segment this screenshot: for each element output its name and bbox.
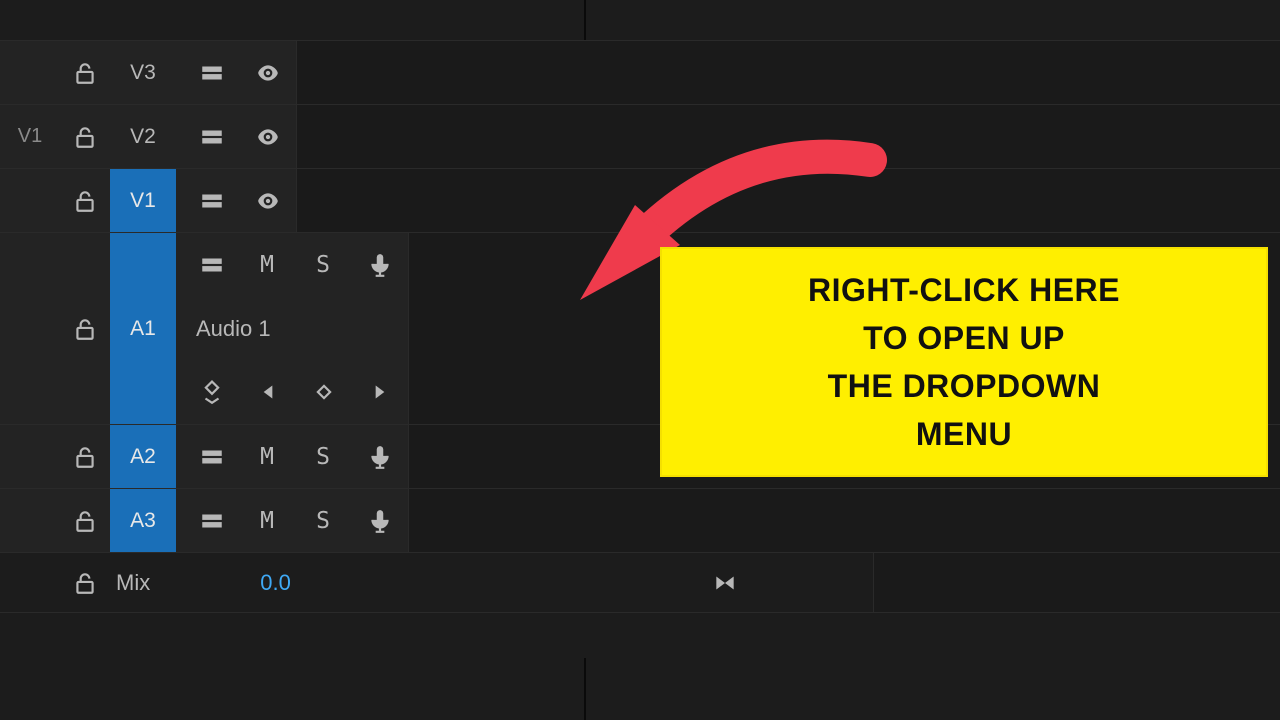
prev-keyframe-button[interactable] — [240, 360, 296, 424]
track-target-toggle[interactable]: A1 — [110, 233, 176, 424]
voiceover-record-toggle[interactable] — [352, 233, 408, 297]
audio-track-row[interactable]: A3 M S — [0, 488, 1280, 552]
track-lock-toggle[interactable] — [60, 60, 110, 86]
track-target-toggle[interactable]: V1 — [110, 169, 176, 232]
track-target-toggle[interactable]: A3 — [110, 489, 176, 552]
sync-lock-toggle[interactable] — [184, 233, 240, 297]
filmstrip-icon — [199, 444, 225, 470]
callout-text-line: MENU — [916, 410, 1012, 458]
audio-track-controls: M S — [176, 233, 408, 297]
track-target-toggle[interactable]: V3 — [110, 41, 176, 104]
video-track-row[interactable]: V1 V2 — [0, 104, 1280, 168]
mix-track-label: Mix — [110, 570, 150, 596]
audio-track-controls: M S — [176, 489, 408, 552]
filmstrip-icon — [199, 124, 225, 150]
annotation-callout: RIGHT-CLICK HERE TO OPEN UP THE DROPDOWN… — [660, 247, 1268, 477]
audio-track-controls: M S — [176, 425, 408, 488]
unlock-icon — [72, 188, 98, 214]
track-lock-toggle[interactable] — [60, 444, 110, 470]
timeline-content-area[interactable] — [296, 41, 1280, 104]
mute-toggle[interactable]: M — [240, 233, 296, 297]
voiceover-record-toggle[interactable] — [352, 425, 408, 488]
triangle-right-icon — [367, 379, 393, 405]
timeline-content-area[interactable] — [296, 169, 1280, 232]
solo-toggle[interactable]: S — [296, 233, 352, 297]
unlock-icon — [72, 570, 98, 596]
video-track-controls — [176, 41, 296, 104]
mix-volume-value[interactable]: 0.0 — [150, 570, 291, 596]
sync-lock-toggle[interactable] — [184, 425, 240, 488]
unlock-icon — [72, 444, 98, 470]
bottom-spacer — [0, 612, 1280, 658]
mix-output-button[interactable] — [697, 553, 753, 612]
callout-text-line: TO OPEN UP — [863, 314, 1065, 362]
timeline-track-header-panel: V3 V1 V2 — [0, 0, 1280, 720]
eye-icon — [255, 124, 281, 150]
microphone-icon — [367, 444, 393, 470]
sync-lock-toggle[interactable] — [184, 41, 240, 104]
track-visibility-toggle[interactable] — [240, 105, 296, 168]
video-track-row[interactable]: V1 — [0, 168, 1280, 232]
diamond-dropdown-icon — [199, 379, 225, 405]
source-patch-v1[interactable]: V1 — [0, 125, 60, 148]
mix-track-row[interactable]: Mix 0.0 — [0, 552, 1280, 612]
sync-lock-toggle[interactable] — [184, 489, 240, 552]
eye-icon — [255, 188, 281, 214]
unlock-icon — [72, 316, 98, 342]
track-lock-toggle[interactable] — [60, 570, 110, 596]
microphone-icon — [367, 252, 393, 278]
track-lock-toggle[interactable] — [60, 508, 110, 534]
filmstrip-icon — [199, 188, 225, 214]
callout-text-line: THE DROPDOWN — [828, 362, 1101, 410]
diamond-outline-icon — [311, 379, 337, 405]
keyframe-controls — [176, 360, 408, 424]
track-lock-toggle[interactable] — [60, 316, 110, 342]
sync-lock-toggle[interactable] — [184, 169, 240, 232]
sync-lock-toggle[interactable] — [184, 105, 240, 168]
mute-toggle[interactable]: M — [240, 489, 296, 552]
track-target-toggle[interactable]: A2 — [110, 425, 176, 488]
unlock-icon — [72, 508, 98, 534]
timeline-content-area[interactable] — [296, 105, 1280, 168]
track-lock-toggle[interactable] — [60, 188, 110, 214]
timeline-content-area[interactable] — [408, 489, 1280, 552]
track-visibility-toggle[interactable] — [240, 41, 296, 104]
timeline-content-area[interactable] — [873, 553, 1280, 612]
track-target-toggle[interactable]: V2 — [110, 105, 176, 168]
next-keyframe-button[interactable] — [352, 360, 408, 424]
unlock-icon — [72, 60, 98, 86]
video-track-controls — [176, 169, 296, 232]
callout-text-line: RIGHT-CLICK HERE — [808, 266, 1120, 314]
solo-toggle[interactable]: S — [296, 425, 352, 488]
bowtie-icon — [712, 570, 738, 596]
track-lock-toggle[interactable] — [60, 124, 110, 150]
audio-track-name[interactable]: Audio 1 — [184, 316, 271, 342]
video-track-row[interactable]: V3 — [0, 40, 1280, 104]
mute-toggle[interactable]: M — [240, 425, 296, 488]
filmstrip-icon — [199, 252, 225, 278]
filmstrip-icon — [199, 60, 225, 86]
filmstrip-icon — [199, 508, 225, 534]
video-track-controls — [176, 105, 296, 168]
solo-toggle[interactable]: S — [296, 489, 352, 552]
voiceover-record-toggle[interactable] — [352, 489, 408, 552]
track-visibility-toggle[interactable] — [240, 169, 296, 232]
eye-icon — [255, 60, 281, 86]
add-keyframe-button[interactable] — [296, 360, 352, 424]
microphone-icon — [367, 508, 393, 534]
keyframe-mode-button[interactable] — [184, 360, 240, 424]
triangle-left-icon — [255, 379, 281, 405]
unlock-icon — [72, 124, 98, 150]
